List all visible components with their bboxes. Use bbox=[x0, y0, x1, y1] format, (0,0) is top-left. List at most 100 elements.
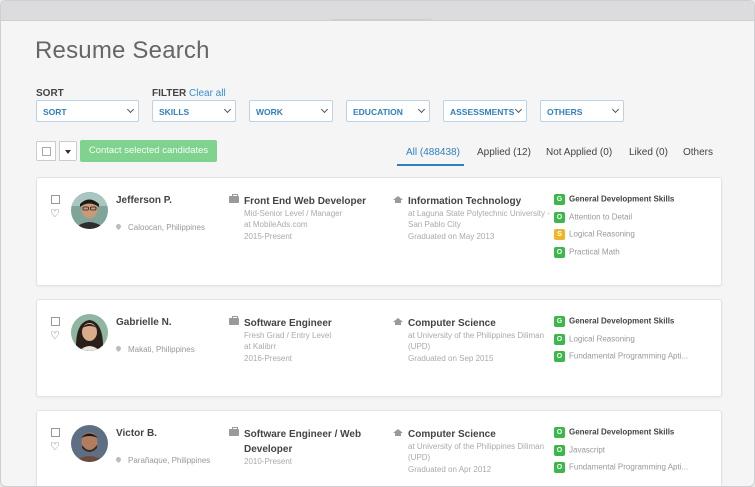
tab-others[interactable]: Others bbox=[683, 147, 713, 158]
work-filter-dropdown[interactable]: WORK bbox=[249, 100, 333, 122]
skill-label: Attention to Detail bbox=[569, 212, 633, 222]
chevron-down-icon bbox=[417, 105, 426, 114]
education-filter-label: EDUCATION bbox=[353, 107, 403, 117]
active-tab-indicator bbox=[397, 164, 464, 166]
education-graduation: Graduated on May 2013 bbox=[408, 232, 495, 241]
skills-filter-dropdown[interactable]: SKILLS bbox=[152, 100, 236, 122]
tab-liked[interactable]: Liked (0) bbox=[629, 147, 668, 158]
location-text: Caloocan, Philippines bbox=[128, 223, 205, 232]
assessments-filter-label: ASSESSMENTS bbox=[450, 107, 515, 117]
education-graduation: Graduated on Sep 2015 bbox=[408, 354, 494, 363]
skill-item: O Fundamental Programming Apti... bbox=[554, 462, 688, 480]
top-bar-notch bbox=[331, 19, 431, 21]
candidate-location: Caloocan, Philippines bbox=[114, 223, 205, 232]
briefcase-icon bbox=[229, 316, 239, 325]
candidate-checkbox[interactable] bbox=[51, 428, 60, 437]
chevron-down-icon bbox=[514, 105, 523, 114]
skill-badge: O bbox=[554, 246, 565, 258]
education-school-cont: (UPD) bbox=[408, 453, 431, 462]
heart-icon[interactable]: ♡ bbox=[50, 209, 60, 220]
graduation-cap-icon bbox=[393, 318, 403, 325]
job-title: Front End Web Developer bbox=[244, 196, 367, 207]
skill-label: Logical Reasoning bbox=[569, 229, 635, 239]
job-period: 2010-Present bbox=[244, 457, 293, 466]
skill-badge: O bbox=[554, 444, 565, 456]
education-title: Computer Science bbox=[408, 429, 496, 440]
tab-all[interactable]: All (488438) bbox=[406, 147, 460, 158]
location-pin-icon bbox=[114, 345, 123, 353]
candidate-name[interactable]: Gabrielle N. bbox=[116, 317, 172, 328]
skill-item: O Fundamental Programming Apti... bbox=[554, 351, 688, 369]
tab-applied[interactable]: Applied (12) bbox=[477, 147, 531, 158]
skill-item: O Attention to Detail bbox=[554, 211, 674, 230]
graduation-cap-icon bbox=[393, 429, 403, 436]
avatar bbox=[71, 425, 108, 462]
candidate-name[interactable]: Jefferson P. bbox=[116, 195, 172, 206]
education-school-cont: (UPD) bbox=[408, 342, 431, 351]
skill-label: Practical Math bbox=[569, 247, 620, 257]
contact-selected-button[interactable]: Contact selected candidates bbox=[80, 140, 217, 162]
graduation-cap-icon bbox=[393, 196, 403, 203]
skill-label: Fundamental Programming Apti... bbox=[569, 462, 689, 472]
location-text: Parañaque, Philippines bbox=[128, 456, 211, 465]
skill-badge: O bbox=[554, 351, 565, 362]
clear-all-link[interactable]: Clear all bbox=[189, 88, 226, 99]
select-options-button[interactable] bbox=[59, 141, 77, 161]
window-top-bar bbox=[1, 1, 754, 21]
education-title: Computer Science bbox=[408, 318, 496, 329]
education-filter-dropdown[interactable]: EDUCATION bbox=[346, 100, 430, 122]
skills-list: G General Development Skills O Logical Rea… bbox=[554, 316, 688, 369]
others-filter-dropdown[interactable]: OTHERS bbox=[540, 100, 624, 122]
education-school-cont: San Pablo City bbox=[408, 220, 461, 229]
skills-filter-label: SKILLS bbox=[159, 107, 190, 117]
education-title: Information Technology bbox=[408, 196, 522, 207]
checkbox-box bbox=[42, 147, 51, 156]
sort-dropdown[interactable]: SORT bbox=[36, 100, 139, 122]
job-period: 2015-Present bbox=[244, 232, 293, 241]
candidate-location: Makati, Philippines bbox=[114, 345, 195, 354]
candidate-checkbox[interactable] bbox=[51, 317, 60, 326]
skill-item: G General Development Skills bbox=[554, 194, 674, 212]
job-title: Software Engineer bbox=[244, 318, 332, 329]
heart-icon[interactable]: ♡ bbox=[50, 331, 60, 342]
candidate-name[interactable]: Victor B. bbox=[116, 428, 157, 439]
skill-badge: G bbox=[554, 316, 565, 327]
skill-label: General Development Skills bbox=[569, 316, 675, 326]
others-filter-label: OTHERS bbox=[547, 107, 583, 117]
caret-down-icon bbox=[65, 150, 71, 154]
heart-icon[interactable]: ♡ bbox=[50, 442, 60, 453]
location-text: Makati, Philippines bbox=[128, 345, 195, 354]
skill-item: O General Development Skills bbox=[554, 427, 688, 445]
skill-badge: G bbox=[554, 194, 565, 205]
chevron-down-icon bbox=[320, 105, 329, 114]
sort-label: SORT bbox=[36, 88, 64, 99]
select-all-checkbox[interactable] bbox=[36, 141, 56, 161]
tab-not-applied[interactable]: Not Applied (0) bbox=[546, 147, 612, 158]
candidate-checkbox[interactable] bbox=[51, 195, 60, 204]
filter-label: FILTER bbox=[152, 88, 187, 99]
chevron-down-icon bbox=[223, 105, 232, 114]
skill-badge: S bbox=[554, 229, 565, 240]
candidate-card[interactable]: ♡ Victor B. Parañaque, Philippines Softw… bbox=[36, 410, 722, 486]
skills-list: O General Development Skills O Javascript … bbox=[554, 427, 688, 480]
candidate-card[interactable]: ♡ Gabrielle N. Makati, Philippines Softw… bbox=[36, 299, 722, 397]
candidate-location: Parañaque, Philippines bbox=[114, 456, 211, 465]
skill-label: Logical Reasoning bbox=[569, 334, 635, 344]
app-window: Resume Search SORT FILTER Clear all SORT… bbox=[0, 0, 755, 487]
avatar bbox=[71, 314, 108, 351]
skill-label: General Development Skills bbox=[569, 427, 675, 437]
skill-badge: O bbox=[554, 333, 565, 345]
chevron-down-icon bbox=[126, 105, 135, 114]
chevron-down-icon bbox=[611, 105, 620, 114]
briefcase-icon bbox=[229, 194, 239, 203]
education-graduation: Graduated on Apr 2012 bbox=[408, 465, 492, 474]
assessments-filter-dropdown[interactable]: ASSESSMENTS bbox=[443, 100, 527, 122]
skill-label: Fundamental Programming Apti... bbox=[569, 351, 689, 361]
candidate-card[interactable]: ♡ Jefferson P. Caloocan, Philippines Fro… bbox=[36, 177, 722, 286]
avatar bbox=[71, 192, 108, 229]
skill-badge: O bbox=[554, 427, 565, 438]
location-pin-icon bbox=[114, 223, 123, 231]
page-title: Resume Search bbox=[35, 37, 210, 64]
briefcase-icon bbox=[229, 427, 239, 436]
location-pin-icon bbox=[114, 456, 123, 464]
